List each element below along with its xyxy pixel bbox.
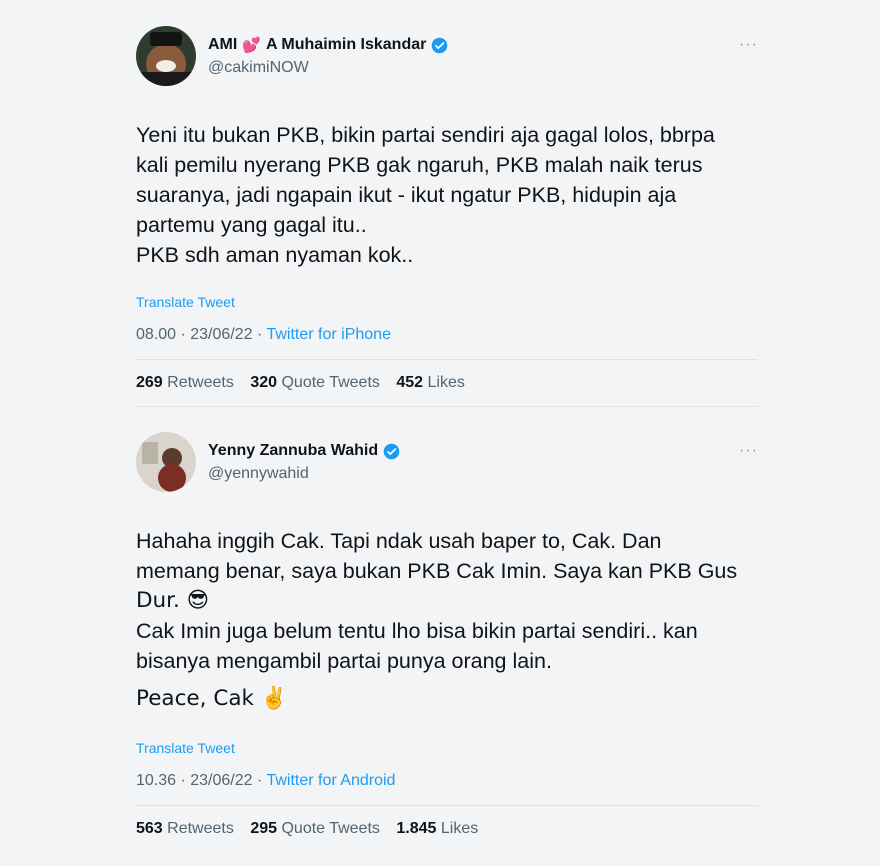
heart-emoji: 💕 — [242, 37, 262, 54]
tweet-timestamp[interactable]: 08.00 · 23/06/22 · — [136, 326, 266, 343]
tweet-source-link[interactable]: Twitter for Android — [266, 772, 395, 789]
tweet-yennywahid[interactable]: Yenny Zannuba Wahid @yennywahid ··· Haha… — [136, 432, 758, 852]
likes-label: Likes — [440, 820, 479, 837]
tweet-line: Hahaha inggih Cak. Tapi ndak usah baper … — [136, 529, 662, 553]
quote-tweets-label: Quote Tweets — [281, 374, 380, 391]
retweets-count: 563 — [136, 820, 163, 837]
tweet-text: Hahaha inggih Cak. Tapi ndak usah baper … — [136, 526, 758, 714]
translate-tweet-link[interactable]: Translate Tweet — [136, 740, 758, 756]
tweet-line: kali pemilu nyerang PKB gak ngaruh, PKB … — [136, 153, 703, 177]
tweet-line: PKB sdh aman nyaman kok.. — [136, 243, 414, 267]
display-name: Yenny Zannuba Wahid — [208, 442, 379, 459]
retweets-label: Retweets — [167, 820, 234, 837]
tweet-line: Dur. 😎 — [136, 588, 210, 613]
quote-tweets-label: Quote Tweets — [281, 820, 380, 837]
translate-tweet-link[interactable]: Translate Tweet — [136, 294, 758, 310]
display-name: A Muhaimin Iskandar — [266, 36, 427, 53]
engagement-stats: 269 Retweets 320 Quote Tweets 452 Likes — [136, 360, 758, 407]
tweet-line: bisanya mengambil partai punya orang lai… — [136, 649, 552, 673]
tweet-timestamp[interactable]: 10.36 · 23/06/22 · — [136, 772, 266, 789]
retweets-stat[interactable]: 563 Retweets — [136, 820, 234, 837]
tweet-line: Yeni itu bukan PKB, bikin partai sendiri… — [136, 123, 715, 147]
more-options-icon[interactable]: ··· — [739, 442, 758, 460]
avatar[interactable] — [136, 432, 196, 492]
avatar[interactable] — [136, 26, 196, 86]
tweet-line: Cak Imin juga belum tentu lho bisa bikin… — [136, 619, 698, 643]
likes-count: 1.845 — [396, 820, 437, 837]
likes-label: Likes — [427, 374, 465, 391]
retweets-label: Retweets — [167, 374, 234, 391]
display-name-prefix: AMI — [208, 36, 238, 53]
more-options-icon[interactable]: ··· — [739, 36, 758, 54]
engagement-stats: 563 Retweets 295 Quote Tweets 1.845 Like… — [136, 806, 758, 852]
tweet-metadata: 08.00 · 23/06/22 · Twitter for iPhone — [136, 326, 758, 360]
retweets-stat[interactable]: 269 Retweets — [136, 374, 234, 391]
quote-tweets-stat[interactable]: 320 Quote Tweets — [250, 374, 380, 391]
retweets-count: 269 — [136, 374, 163, 391]
verified-badge-icon — [431, 37, 448, 54]
quote-tweets-count: 320 — [250, 374, 278, 391]
display-name-row[interactable]: Yenny Zannuba Wahid — [208, 442, 400, 460]
display-name-row[interactable]: AMI 💕 A Muhaimin Iskandar — [208, 36, 448, 54]
user-handle[interactable]: @yennywahid — [208, 465, 309, 483]
tweet-line: Peace, Cak ✌️ — [136, 686, 288, 711]
tweet-screenshot: AMI 💕 A Muhaimin Iskandar @cakimiNOW ··· … — [0, 0, 880, 866]
tweet-line: memang benar, saya bukan PKB Cak Imin. S… — [136, 559, 738, 583]
quote-tweets-stat[interactable]: 295 Quote Tweets — [250, 820, 380, 837]
tweet-line: suaranya, jadi ngapain ikut - ikut ngatu… — [136, 183, 677, 207]
likes-stat[interactable]: 452 Likes — [396, 374, 465, 391]
tweet-text: Yeni itu bukan PKB, bikin partai sendiri… — [136, 120, 758, 270]
tweet-cakimi[interactable]: AMI 💕 A Muhaimin Iskandar @cakimiNOW ··· … — [136, 26, 758, 407]
quote-tweets-count: 295 — [250, 820, 278, 837]
verified-badge-icon — [383, 443, 400, 460]
tweet-header: AMI 💕 A Muhaimin Iskandar @cakimiNOW ··· — [136, 26, 758, 88]
tweet-line: partemu yang gagal itu.. — [136, 213, 367, 237]
likes-stat[interactable]: 1.845 Likes — [396, 820, 478, 837]
user-handle[interactable]: @cakimiNOW — [208, 59, 309, 77]
tweet-source-link[interactable]: Twitter for iPhone — [266, 326, 391, 343]
tweet-header: Yenny Zannuba Wahid @yennywahid ··· — [136, 432, 758, 494]
likes-count: 452 — [396, 374, 424, 391]
tweet-metadata: 10.36 · 23/06/22 · Twitter for Android — [136, 772, 758, 806]
